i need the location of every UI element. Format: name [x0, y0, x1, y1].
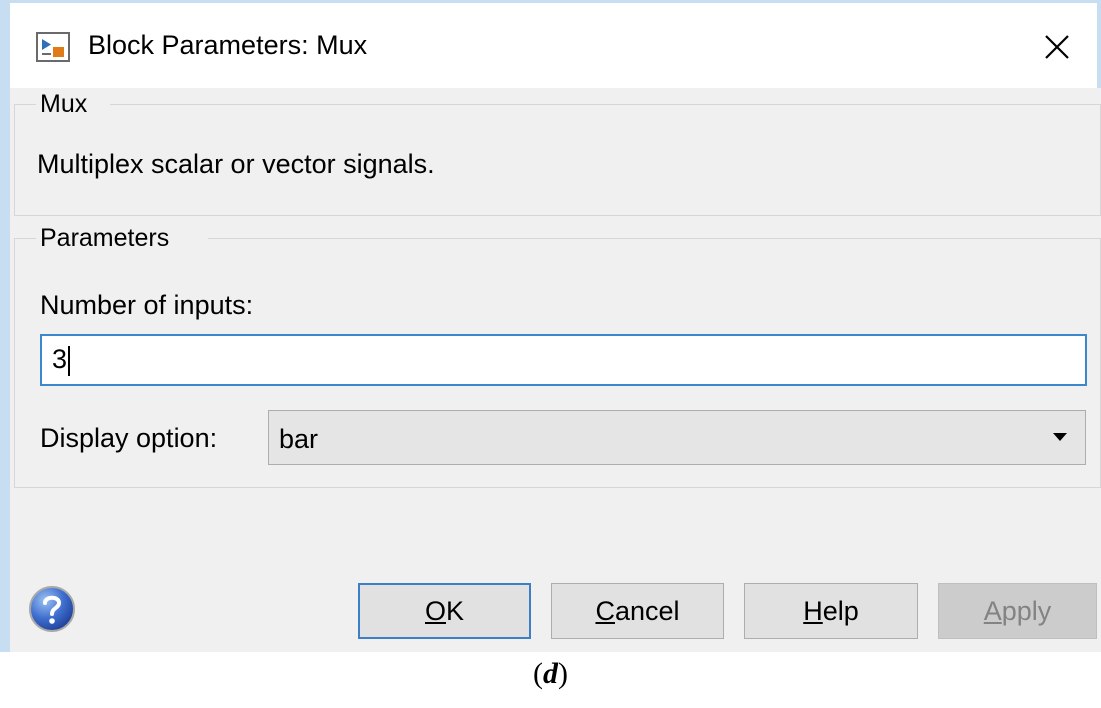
question-mark-icon[interactable] [28, 585, 76, 633]
cancel-button-label: Cancel [595, 596, 680, 626]
block-description: Multiplex scalar or vector signals. [37, 149, 435, 179]
parameters-group-label: Parameters [40, 224, 178, 253]
group-border-line [110, 104, 1101, 105]
simulink-block-icon [36, 32, 70, 62]
figure-caption: (d) [0, 657, 1101, 691]
block-name-label: Mux [40, 90, 96, 119]
number-of-inputs-field[interactable]: 3 [40, 334, 1087, 386]
block-parameters-dialog: Block Parameters: Mux Mux Multiplex scal… [0, 0, 1101, 652]
ok-button[interactable]: OK [358, 583, 531, 639]
apply-button[interactable]: Apply [938, 583, 1097, 639]
display-option-select[interactable]: bar [268, 410, 1086, 465]
close-icon [1045, 35, 1069, 59]
help-button-label: Help [803, 596, 859, 626]
caption-open-paren: ( [533, 657, 543, 690]
apply-button-label: Apply [983, 596, 1052, 626]
display-option-label: Display option: [40, 423, 218, 453]
cancel-button[interactable]: Cancel [551, 583, 724, 639]
ok-button-label: OK [424, 596, 465, 626]
chevron-down-icon [1053, 433, 1067, 441]
group-border-line [14, 104, 36, 105]
title-bar: Block Parameters: Mux [10, 0, 1101, 88]
caption-letter: d [543, 657, 558, 690]
close-button[interactable] [1031, 21, 1083, 73]
caption-close-paren: ) [558, 657, 568, 690]
help-button[interactable]: Help [744, 583, 918, 639]
number-of-inputs-value: 3 [52, 344, 68, 374]
display-option-value: bar [279, 424, 319, 454]
window-title: Block Parameters: Mux [88, 30, 368, 60]
number-of-inputs-label: Number of inputs: [40, 290, 254, 320]
group-border-line [14, 238, 36, 239]
group-border-line [208, 238, 1101, 239]
text-caret [68, 345, 71, 376]
